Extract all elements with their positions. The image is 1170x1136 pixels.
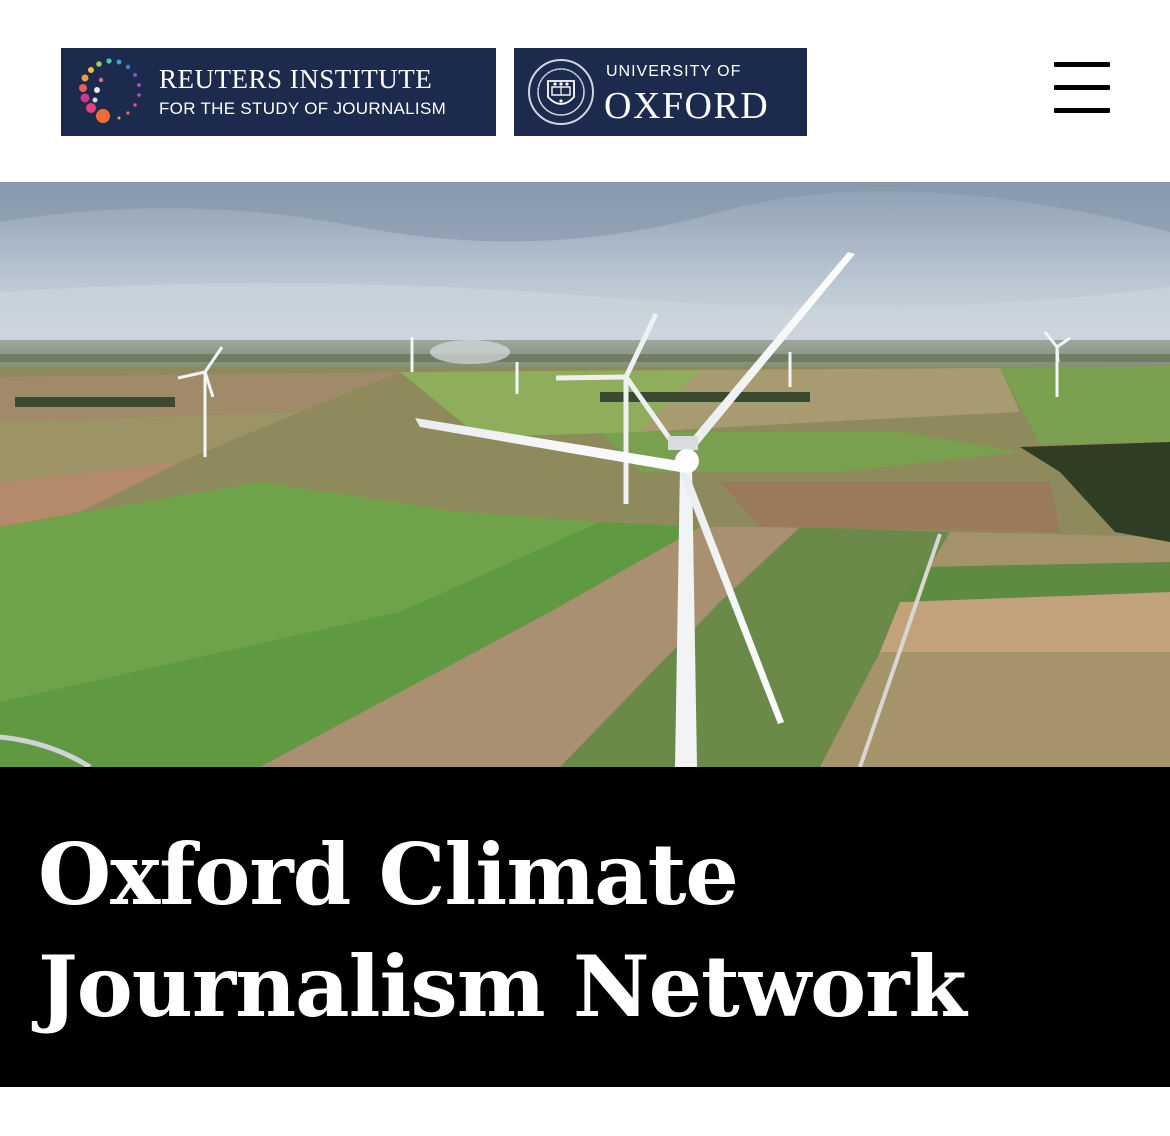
reuters-institute-logo[interactable]: REUTERS INSTITUTE FOR THE STUDY OF JOURN… (61, 48, 496, 136)
page-title-line-1: Oxford Climate (38, 825, 739, 924)
oxford-crest-icon (528, 59, 594, 125)
page-title: Oxford Climate Journalism Network (38, 819, 967, 1043)
oxford-logo-top-line: UNIVERSITY OF (606, 63, 742, 80)
reuters-logo-title: REUTERS INSTITUTE (159, 64, 433, 94)
oxford-logo-wordmark: OXFORD (604, 85, 770, 127)
title-band: Oxford Climate Journalism Network (0, 767, 1170, 1087)
reuters-logo-subtitle: FOR THE STUDY OF JOURNALISM (159, 99, 447, 118)
menu-bar-middle (1054, 85, 1110, 90)
site-header: REUTERS INSTITUTE FOR THE STUDY OF JOURN… (0, 0, 1170, 182)
menu-bar-bottom (1054, 108, 1110, 113)
hero-image (0, 182, 1170, 767)
hamburger-menu-icon[interactable] (1050, 58, 1114, 118)
page-title-line-2: Journalism Network (38, 937, 967, 1036)
menu-bar-top (1054, 62, 1110, 67)
university-of-oxford-logo[interactable]: UNIVERSITY OF OXFORD (514, 48, 807, 136)
wind-farm-illustration (0, 182, 1170, 767)
reuters-dots-icon (79, 58, 141, 123)
